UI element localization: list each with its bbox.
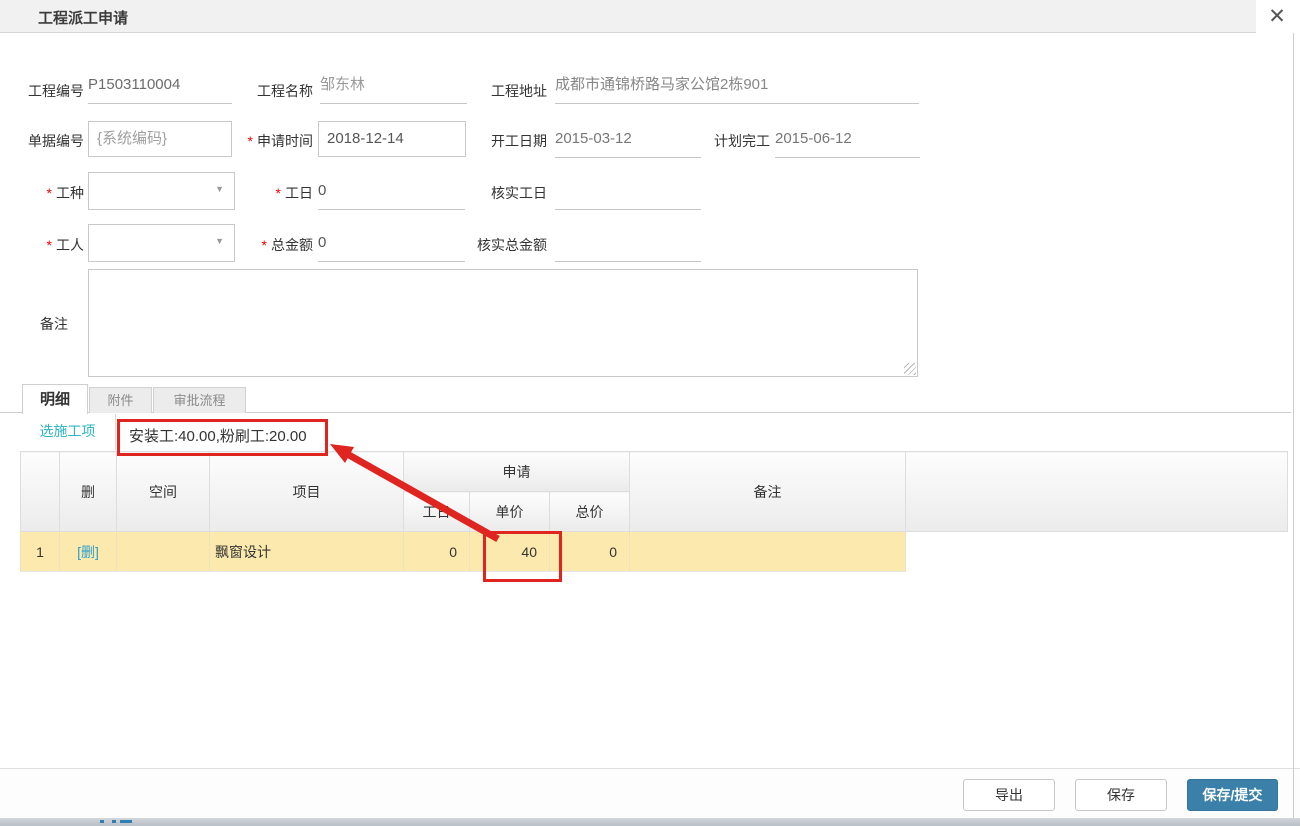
cell-index: 1 <box>21 532 60 572</box>
col-header-space: 空间 <box>117 452 210 532</box>
verify-amount-label: 核实总金额 <box>455 234 547 256</box>
col-header-item: 项目 <box>210 452 404 532</box>
save-button[interactable]: 保存 <box>1075 779 1167 811</box>
export-button[interactable]: 导出 <box>963 779 1055 811</box>
apply-time-label: *申请时间 <box>228 130 313 152</box>
worker-label: *工人 <box>14 234 84 256</box>
start-date-label: 开工日期 <box>455 130 547 152</box>
plan-finish-value: 2015-06-12 <box>775 126 920 158</box>
apply-time-input[interactable]: 2018-12-14 <box>318 121 466 157</box>
cell-item: 飘窗设计 <box>210 532 404 572</box>
annotation-box-tooltip: 安装工:40.00,粉刷工:20.00 <box>117 419 328 456</box>
tab-approval[interactable]: 审批流程 <box>153 387 246 413</box>
total-amount-input[interactable]: 0 <box>318 230 465 262</box>
project-name-label: 工程名称 <box>230 80 313 102</box>
plan-finish-label: 计划完工 <box>690 130 770 152</box>
required-mark: * <box>47 185 52 201</box>
col-header-index <box>21 452 60 532</box>
project-address-label: 工程地址 <box>455 80 547 102</box>
dialog-title: 工程派工申请 <box>38 7 128 28</box>
save-submit-button[interactable]: 保存/提交 <box>1187 779 1278 811</box>
tab-detail[interactable]: 明细 <box>22 384 88 414</box>
cell-remark[interactable] <box>630 532 906 572</box>
required-mark: * <box>276 185 281 201</box>
required-mark: * <box>47 237 52 253</box>
verify-amount-input[interactable] <box>555 230 701 262</box>
verify-days-input[interactable] <box>555 178 701 210</box>
col-header-remark: 备注 <box>630 452 906 532</box>
work-days-label: *工日 <box>228 182 313 204</box>
table-row: 1 [删] 飘窗设计 0 40 0 <box>21 532 1288 572</box>
tab-bar: 明细 附件 审批流程 <box>0 385 1291 413</box>
pick-construction-item-link[interactable]: 选施工项 <box>40 423 96 439</box>
pager-dash <box>112 820 116 823</box>
work-days-input[interactable]: 0 <box>318 178 465 210</box>
remark-textarea[interactable] <box>88 269 918 377</box>
required-mark: * <box>262 237 267 253</box>
tab-attachment[interactable]: 附件 <box>89 387 152 413</box>
remark-label: 备注 <box>14 313 68 335</box>
verify-days-label: 核实工日 <box>455 182 547 204</box>
dispatch-dialog: 工程派工申请 ✕ 工程编号 P1503110004 工程名称 邹东林 工程地址 … <box>0 0 1300 826</box>
background-page-strip <box>0 818 1300 826</box>
doc-no-label: 单据编号 <box>14 130 84 152</box>
project-no-value: P1503110004 <box>88 72 232 104</box>
worker-select[interactable]: ▼ <box>88 224 235 262</box>
dialog-footer: 导出 保存 保存/提交 <box>0 768 1300 818</box>
cell-delete: [删] <box>60 532 117 572</box>
cell-filler <box>906 532 1288 572</box>
work-type-label: *工种 <box>14 182 84 204</box>
doc-no-input[interactable]: {系统编码} <box>88 121 232 157</box>
col-header-days: 工日 <box>404 492 470 532</box>
project-no-label: 工程编号 <box>14 80 84 102</box>
start-date-value: 2015-03-12 <box>555 126 701 158</box>
work-type-select[interactable]: ▼ <box>88 172 235 210</box>
required-mark: * <box>248 133 253 149</box>
price-tooltip-text: 安装工:40.00,粉刷工:20.00 <box>129 425 307 446</box>
delete-row-link[interactable]: [删] <box>77 544 99 560</box>
pick-item-cell: 选施工项 <box>20 414 116 450</box>
pager-dash <box>100 820 104 823</box>
dialog-titlebar: 工程派工申请 <box>0 0 1256 33</box>
resize-grip-icon[interactable] <box>904 363 916 375</box>
project-address-value: 成都市通锦桥路马家公馆2栋901 <box>555 72 919 104</box>
cell-space <box>117 532 210 572</box>
col-header-delete: 删 <box>60 452 117 532</box>
annotation-box-price-cell <box>483 531 562 582</box>
pager-dash <box>120 820 132 823</box>
col-header-price: 单价 <box>470 492 550 532</box>
project-name-value: 邹东林 <box>320 72 467 104</box>
window-edge <box>1293 33 1294 818</box>
detail-table: 删 空间 项目 申请 备注 工日 单价 总价 1 [删] 飘窗设计 0 40 0 <box>20 451 1288 572</box>
close-icon[interactable]: ✕ <box>1262 3 1292 31</box>
cell-days[interactable]: 0 <box>404 532 470 572</box>
caret-down-icon: ▼ <box>215 236 224 246</box>
total-amount-label: *总金额 <box>228 234 313 256</box>
col-header-group-apply: 申请 <box>404 452 630 492</box>
col-header-filler <box>906 452 1288 532</box>
col-header-total: 总价 <box>550 492 630 532</box>
caret-down-icon: ▼ <box>215 184 224 194</box>
